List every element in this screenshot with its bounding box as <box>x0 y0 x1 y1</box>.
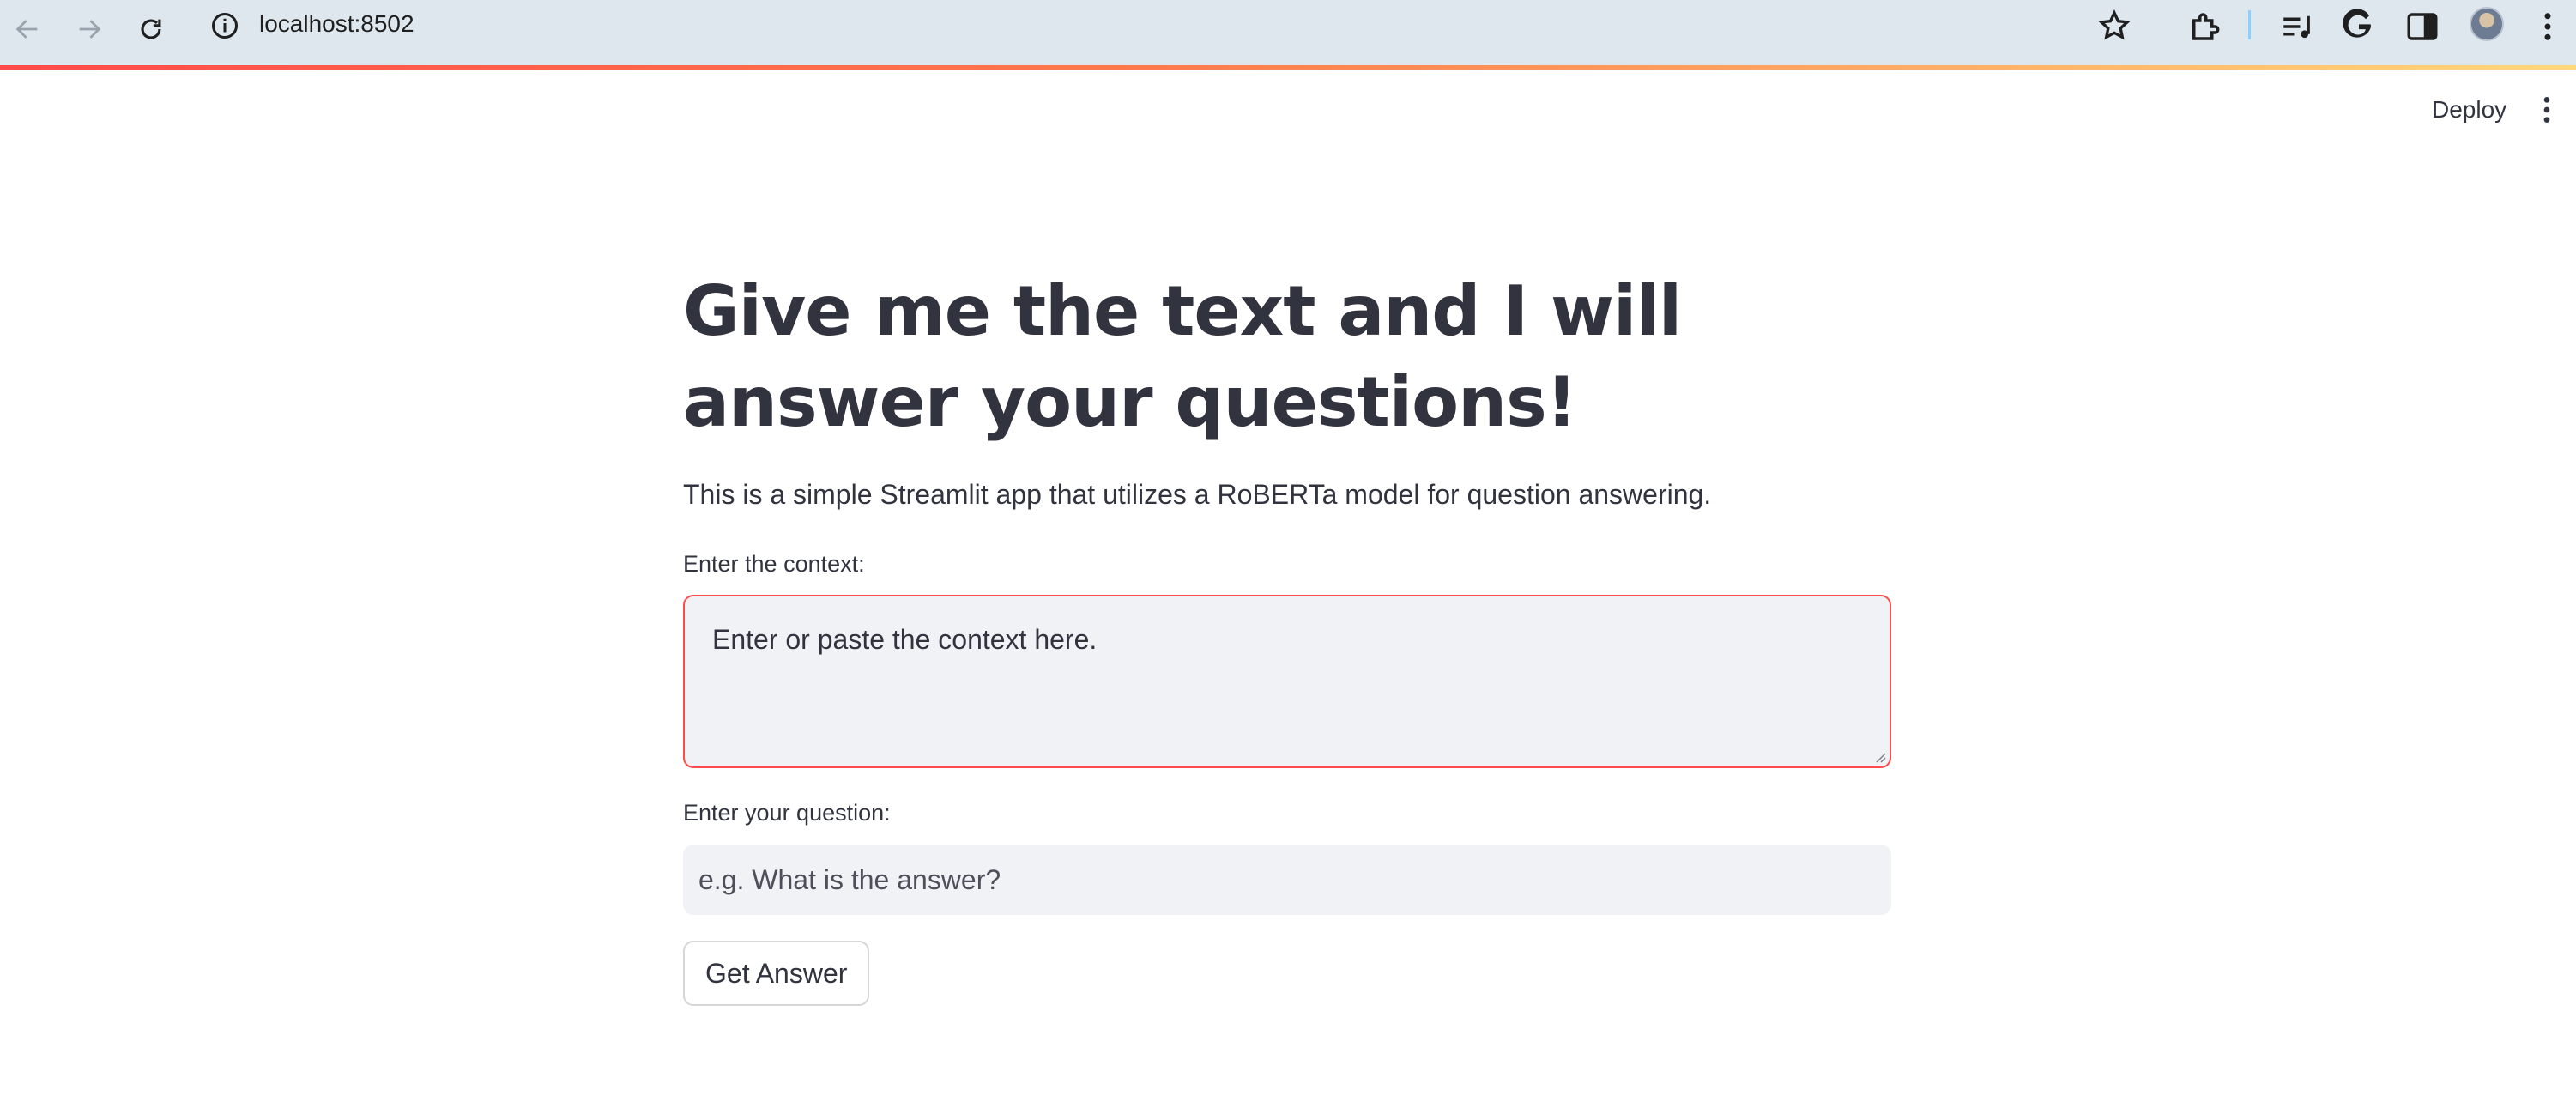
side-panel-icon[interactable] <box>2404 9 2440 45</box>
question-label: Enter your question: <box>683 800 891 826</box>
context-label: Enter the context: <box>683 551 865 577</box>
page-title: Give me the text and I will answer your … <box>683 271 1682 442</box>
reload-icon[interactable] <box>134 12 168 46</box>
page-subtitle: This is a simple Streamlit app that util… <box>683 479 1712 510</box>
media-icon[interactable] <box>2279 9 2315 45</box>
main-content: Give me the text and I will answer your … <box>683 266 1891 1006</box>
get-answer-button[interactable]: Get Answer <box>683 941 870 1006</box>
browser-menu-icon[interactable] <box>2530 9 2566 45</box>
streamlit-header-decoration <box>0 65 2576 70</box>
address-bar[interactable] <box>196 2 2159 53</box>
google-icon[interactable] <box>2341 9 2377 45</box>
back-icon[interactable] <box>10 12 45 46</box>
site-info-icon[interactable] <box>209 10 240 41</box>
forward-icon[interactable] <box>72 12 106 46</box>
kebab-icon[interactable] <box>2530 93 2564 127</box>
context-placeholder: Enter or paste the context here. <box>712 624 1098 655</box>
url-text[interactable]: localhost:8502 <box>259 10 414 38</box>
extensions-icon[interactable] <box>2186 9 2222 45</box>
toolbar-divider <box>2248 10 2251 39</box>
bookmark-star-icon[interactable] <box>2097 9 2132 43</box>
resize-grip-icon[interactable] <box>1872 749 1886 763</box>
profile-avatar[interactable] <box>2470 7 2504 41</box>
browser-toolbar: localhost:8502 <box>0 0 2576 67</box>
deploy-button[interactable]: Deploy <box>2411 89 2527 130</box>
question-input[interactable] <box>683 845 1891 915</box>
context-textarea[interactable]: Enter or paste the context here. <box>683 595 1891 768</box>
